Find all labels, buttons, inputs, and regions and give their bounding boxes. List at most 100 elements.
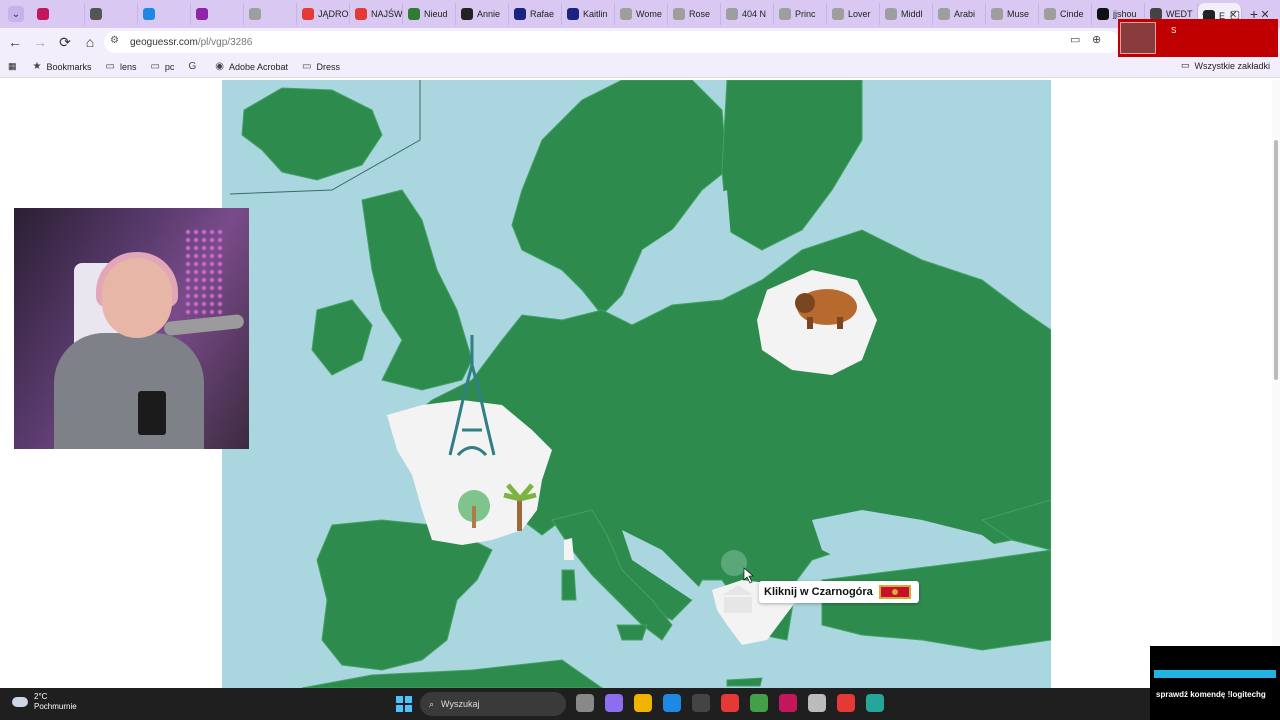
- country-finland: [721, 80, 863, 251]
- all-bookmarks-button[interactable]: ▭ Wszystkie zakładki: [1181, 60, 1270, 71]
- overlay-thumbnail: [1120, 22, 1156, 54]
- country-montenegro-hover: [721, 550, 747, 576]
- tab-12[interactable]: Rose: [668, 3, 721, 25]
- tab-favicon-icon: [196, 8, 208, 20]
- tab-1[interactable]: [85, 3, 138, 25]
- taskbar-app-icon[interactable]: [750, 694, 768, 712]
- country-sardinia: [561, 569, 577, 601]
- tab-favicon-icon: [514, 8, 526, 20]
- install-app-icon[interactable]: ▭: [1070, 33, 1080, 46]
- tab-label: Cinde: [1060, 9, 1084, 19]
- stream-command-overlay: sprawdź komendę !logitechg: [1150, 646, 1280, 720]
- tab-14[interactable]: Princ: [774, 3, 827, 25]
- tab-6[interactable]: NAJŚW: [350, 3, 403, 25]
- tab-favicon-icon: [832, 8, 844, 20]
- bookmark-0[interactable]: ★ Bookmarks: [33, 61, 92, 72]
- home-button[interactable]: ⌂: [78, 30, 102, 54]
- bookmark-label: pc: [164, 61, 175, 72]
- tab-favicon-icon: [673, 8, 685, 20]
- cloud-icon: [12, 697, 28, 707]
- weather-temp: 2°C: [34, 692, 48, 701]
- tab-16[interactable]: Middl: [880, 3, 933, 25]
- back-button[interactable]: ←: [3, 30, 27, 54]
- zoom-icon[interactable]: ⊕: [1092, 33, 1101, 46]
- overlay-letter: S: [1171, 25, 1177, 35]
- bookmark-label: lens: [119, 61, 137, 72]
- tab-9[interactable]: Rafae: [509, 3, 562, 25]
- site-info-icon[interactable]: ⚙: [110, 35, 124, 49]
- europe-map[interactable]: [222, 80, 1051, 688]
- url-domain: geoguessr.com: [130, 36, 198, 48]
- windows-start-icon[interactable]: [396, 696, 412, 712]
- tab-18[interactable]: Muse: [986, 3, 1039, 25]
- bookmark-2[interactable]: ▭ pc: [150, 61, 174, 72]
- tab-favicon-icon: [1044, 8, 1056, 20]
- folder-icon: ▭: [302, 61, 312, 72]
- bookmark-5[interactable]: ▭ Dress: [302, 61, 340, 72]
- taskbar-app-icon[interactable]: [779, 694, 797, 712]
- taskbar-app-icon[interactable]: [837, 694, 855, 712]
- forward-button[interactable]: →: [28, 30, 52, 54]
- tab-0[interactable]: [32, 3, 85, 25]
- taskbar: 2°C Pochmurnie ⌕ Wyszukaj: [0, 688, 1150, 720]
- bookmark-4[interactable]: ◉ Adobe Acrobat: [215, 61, 288, 72]
- bookmark-1[interactable]: ▭ lens: [106, 61, 137, 72]
- apps-icon[interactable]: ▦: [8, 61, 17, 72]
- tab-5[interactable]: JĄDRO: [297, 3, 350, 25]
- bookmark-label: Bookmarks: [46, 61, 92, 72]
- tab-favicon-icon: [885, 8, 897, 20]
- tab-4[interactable]: [244, 3, 297, 25]
- tab-favicon-icon: [1097, 8, 1109, 20]
- tab-favicon-icon: [249, 8, 261, 20]
- tab-favicon-icon: [408, 8, 420, 20]
- tab-label: Rafae: [530, 9, 555, 19]
- scrollbar[interactable]: [1272, 80, 1280, 688]
- folder-icon: ▭: [150, 61, 160, 72]
- tab-17[interactable]: Arabi: [933, 3, 986, 25]
- tab-11[interactable]: Wome: [615, 3, 668, 25]
- tab-10[interactable]: Kaitlin: [562, 3, 615, 25]
- country-uk: [361, 189, 473, 391]
- tab-label: WEDT: [1166, 9, 1193, 19]
- country-iceland: [241, 87, 383, 181]
- taskbar-app-icon[interactable]: [808, 694, 826, 712]
- tab-favicon-icon: [302, 8, 314, 20]
- taskbar-search-placeholder: Wyszukaj: [441, 699, 480, 709]
- tab-15[interactable]: Lover: [827, 3, 880, 25]
- taskbar-app-icon[interactable]: [721, 694, 739, 712]
- folder-icon: ▭: [1180, 60, 1190, 70]
- tab-7[interactable]: Nieud: [403, 3, 456, 25]
- tab-13[interactable]: 404 N: [721, 3, 774, 25]
- tab-search-button[interactable]: ⌄: [8, 6, 24, 22]
- tab-label: Rose: [689, 9, 711, 19]
- all-bookmarks-label: Wszystkie zakładki: [1194, 60, 1270, 71]
- scrollbar-thumb[interactable]: [1274, 140, 1278, 380]
- tab-2[interactable]: [138, 3, 191, 25]
- tab-19[interactable]: Cinde: [1039, 3, 1092, 25]
- taskbar-app-icon[interactable]: [866, 694, 884, 712]
- taskbar-app-icon[interactable]: [576, 694, 594, 712]
- map-game-area[interactable]: Kliknij w Czarnogóra: [222, 80, 1051, 688]
- tab-favicon-icon: [991, 8, 1003, 20]
- taskbar-app-icon[interactable]: [605, 694, 623, 712]
- tab-3[interactable]: [191, 3, 244, 25]
- tab-8[interactable]: Annie: [456, 3, 509, 25]
- bookmark-3[interactable]: G: [188, 61, 201, 72]
- country-sicily: [616, 624, 648, 641]
- tab-label: JĄDRO: [318, 9, 349, 19]
- tab-favicon-icon: [143, 8, 155, 20]
- weather-widget[interactable]: 2°C Pochmurnie: [12, 692, 77, 712]
- tab-label: 404 N: [742, 9, 767, 19]
- taskbar-app-icon[interactable]: [663, 694, 681, 712]
- tab-favicon-icon: [726, 8, 738, 20]
- overlay-command-text: sprawdź komendę !logitechg: [1156, 690, 1266, 699]
- bookmarks-bar: ▦ ★ Bookmarks ▭ lens ▭ pc G ◉ Adobe Acrobat ▭ Dres…: [0, 56, 1280, 78]
- taskbar-app-icon[interactable]: [634, 694, 652, 712]
- tab-favicon-icon: [620, 8, 632, 20]
- tab-label: Wome: [636, 9, 662, 19]
- reload-button[interactable]: ⟳: [53, 30, 77, 54]
- taskbar-search[interactable]: ⌕ Wyszukaj: [420, 692, 566, 716]
- address-bar[interactable]: ⚙ geoguessr.com /pl/vgp/3286 ▭ ⊕: [104, 31, 1120, 53]
- taskbar-app-icon[interactable]: [692, 694, 710, 712]
- tab-label: Nieud: [424, 9, 448, 19]
